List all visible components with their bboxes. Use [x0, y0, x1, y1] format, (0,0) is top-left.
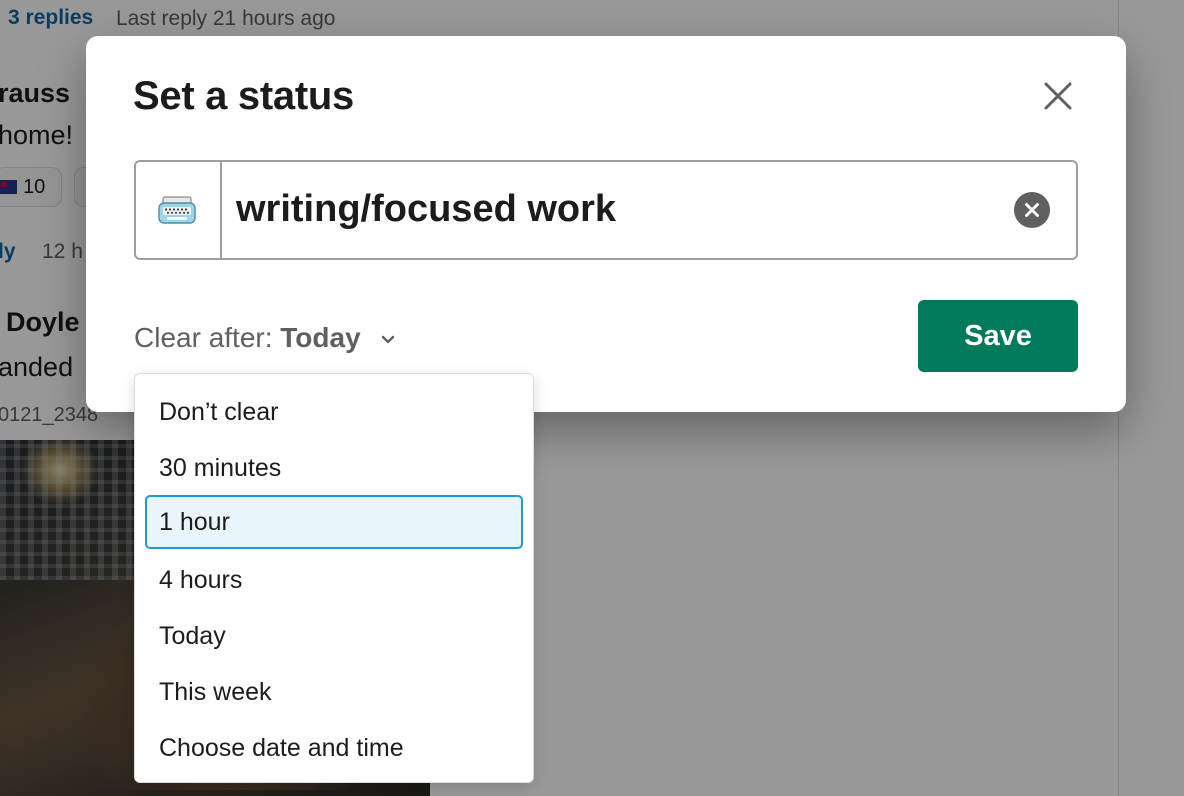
clear-status-button[interactable] — [1014, 192, 1050, 228]
chevron-down-icon — [382, 335, 395, 343]
option-label: 1 hour — [159, 508, 230, 536]
status-input[interactable]: writing/focused work — [134, 160, 1078, 260]
clear-after-label: Clear after: — [134, 322, 273, 353]
option-4-hours[interactable]: 4 hours — [145, 553, 523, 607]
option-label: 4 hours — [159, 566, 243, 594]
option-label: Today — [159, 622, 226, 650]
typewriter-emoji-icon — [158, 196, 196, 224]
close-button[interactable] — [1036, 74, 1080, 118]
save-button[interactable]: Save — [918, 300, 1078, 372]
clear-after-dropdown: Don’t clear 30 minutes 1 hour 4 hours To… — [134, 373, 534, 783]
clear-after-value: Today — [280, 322, 361, 353]
option-label: Don’t clear — [159, 398, 279, 426]
set-status-modal: Set a status writing/focused work Clear … — [86, 36, 1126, 412]
option-30-minutes[interactable]: 30 minutes — [145, 441, 523, 495]
option-choose-date-time[interactable]: Choose date and time — [145, 721, 523, 775]
clear-after-select[interactable]: Clear after: Today — [134, 322, 396, 354]
status-text-field[interactable]: writing/focused work — [236, 188, 616, 231]
option-label: Choose date and time — [159, 734, 404, 762]
option-today[interactable]: Today — [145, 609, 523, 663]
option-this-week[interactable]: This week — [145, 665, 523, 719]
close-icon — [1044, 82, 1072, 110]
option-label: 30 minutes — [159, 454, 282, 482]
clear-circle-icon — [1014, 192, 1050, 228]
modal-title: Set a status — [133, 74, 354, 118]
emoji-picker-button[interactable] — [136, 162, 222, 258]
option-label: This week — [159, 678, 272, 706]
app-stage: 3 replies Last reply 21 hours ago rauss … — [0, 0, 1184, 796]
option-1-hour[interactable]: 1 hour — [145, 495, 523, 549]
option-dont-clear[interactable]: Don’t clear — [145, 385, 523, 439]
